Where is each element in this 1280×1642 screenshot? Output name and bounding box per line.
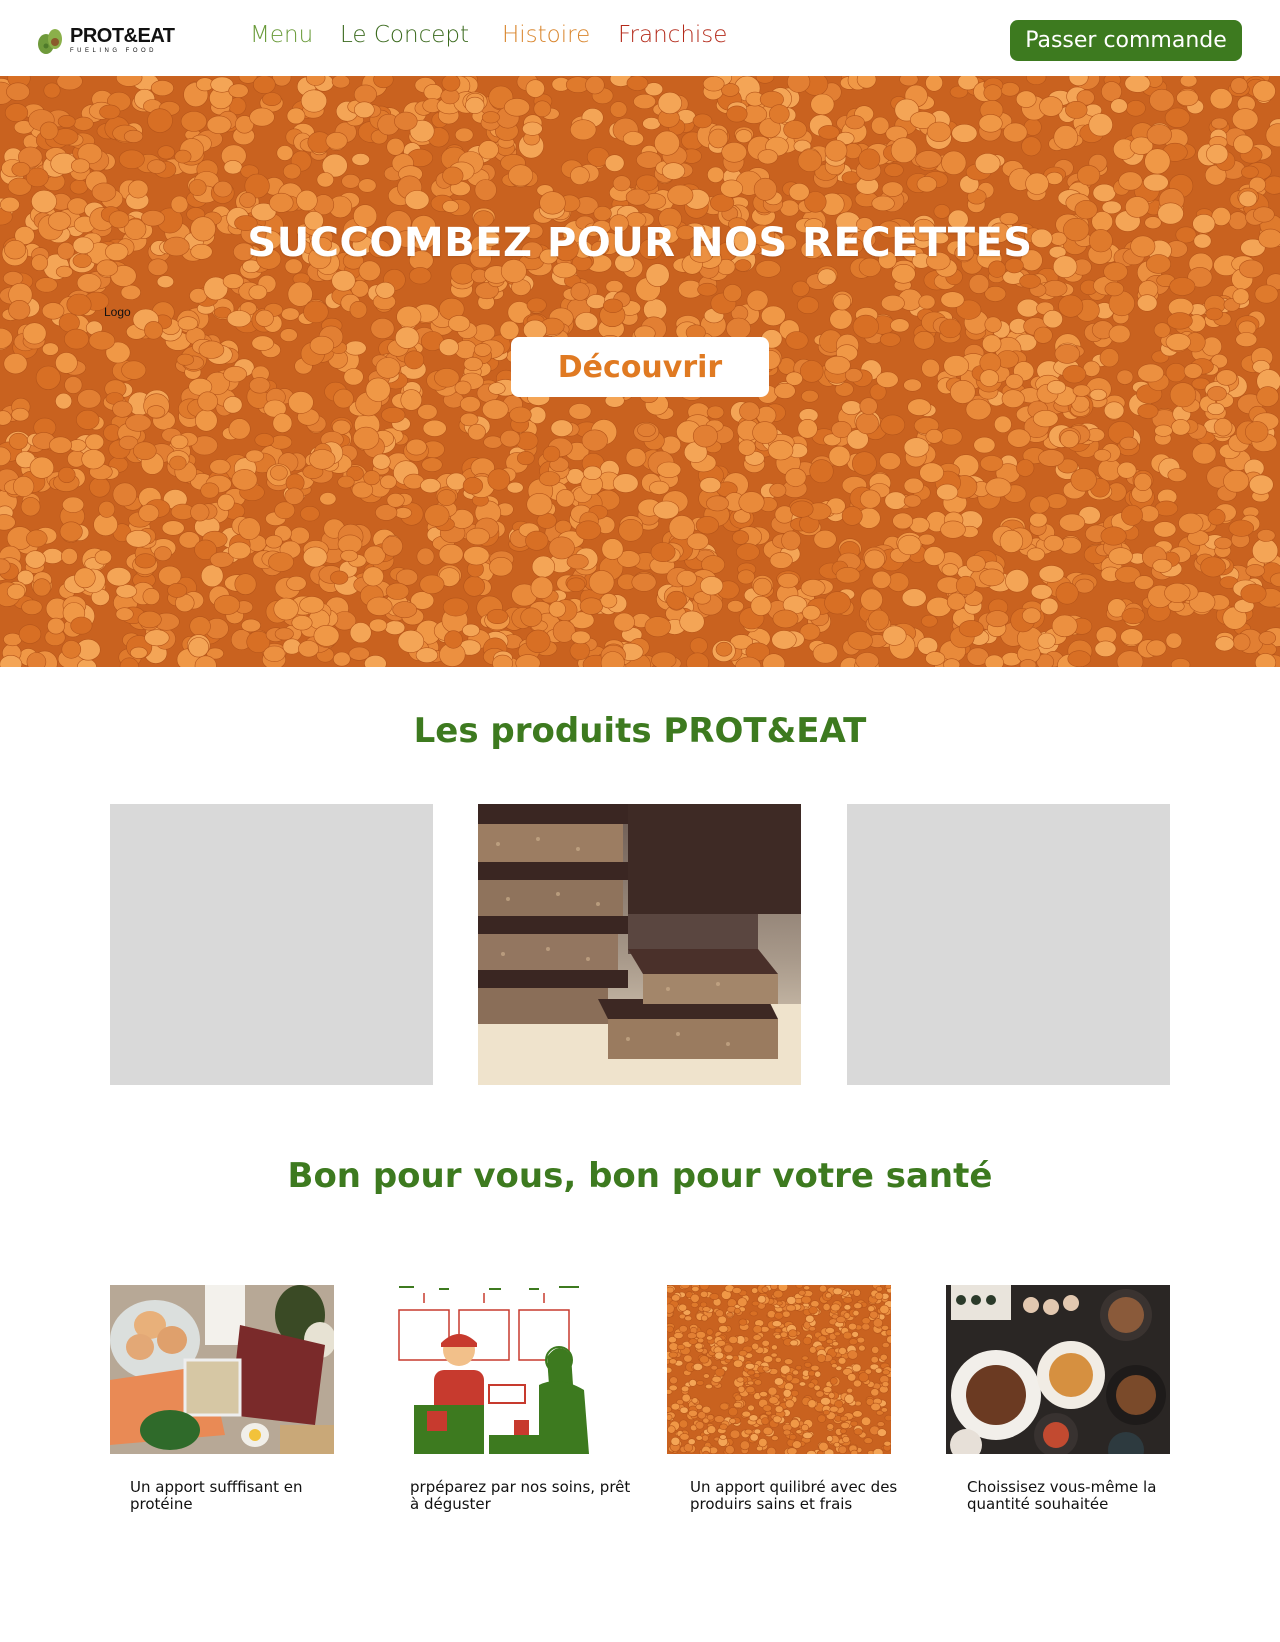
nav-item-franchise[interactable]: Franchise xyxy=(618,22,727,48)
benefit-image-lentils xyxy=(667,1285,891,1454)
nav-item-histoire[interactable]: Histoire xyxy=(502,22,590,48)
hero-banner: SUCCOMBEZ POUR NOS RECETTES Logo Découvr… xyxy=(0,76,1280,667)
site-header: PROT&EAT FUELING FOOD Menu Le Concept Hi… xyxy=(0,0,1280,76)
nav-item-concept[interactable]: Le Concept xyxy=(340,22,469,48)
benefits-title: Bon pour vous, bon pour votre santé xyxy=(287,1156,993,1196)
logo-tagline: FUELING FOOD xyxy=(70,48,158,54)
product-card-protein-bars[interactable] xyxy=(478,804,801,1085)
nav-item-menu[interactable]: Menu xyxy=(250,22,313,48)
benefit-image-protein-foods xyxy=(110,1285,334,1454)
order-button[interactable]: Passer commande xyxy=(1010,20,1242,61)
benefit-text-balanced: Un apport quilibré avec des produirs sai… xyxy=(690,1478,898,1513)
logo-name: PROT&EAT xyxy=(70,25,175,47)
benefit-text-quantity: Choissisez vous-même la quantité souhait… xyxy=(967,1478,1157,1513)
products-title: Les produits PROT&EAT xyxy=(413,711,867,751)
product-card-placeholder[interactable] xyxy=(110,804,433,1085)
benefit-text-protein: Un apport sufffisant en protéine xyxy=(130,1478,303,1513)
logo-placeholder-label: Logo xyxy=(104,305,131,319)
brand-logo[interactable]: PROT&EAT FUELING FOOD xyxy=(36,24,175,56)
hero-title: SUCCOMBEZ POUR NOS RECETTES xyxy=(247,220,1033,266)
discover-button[interactable]: Découvrir xyxy=(511,337,769,397)
benefit-text-prepared: prpéparez par nos soins, prêt à déguster xyxy=(410,1478,631,1513)
protein-bars-image xyxy=(478,804,801,1085)
benefit-image-food-platters xyxy=(946,1285,1170,1454)
product-card-placeholder[interactable] xyxy=(847,804,1170,1085)
benefit-image-chef-illustration xyxy=(389,1285,599,1454)
avocado-icon xyxy=(38,29,62,54)
